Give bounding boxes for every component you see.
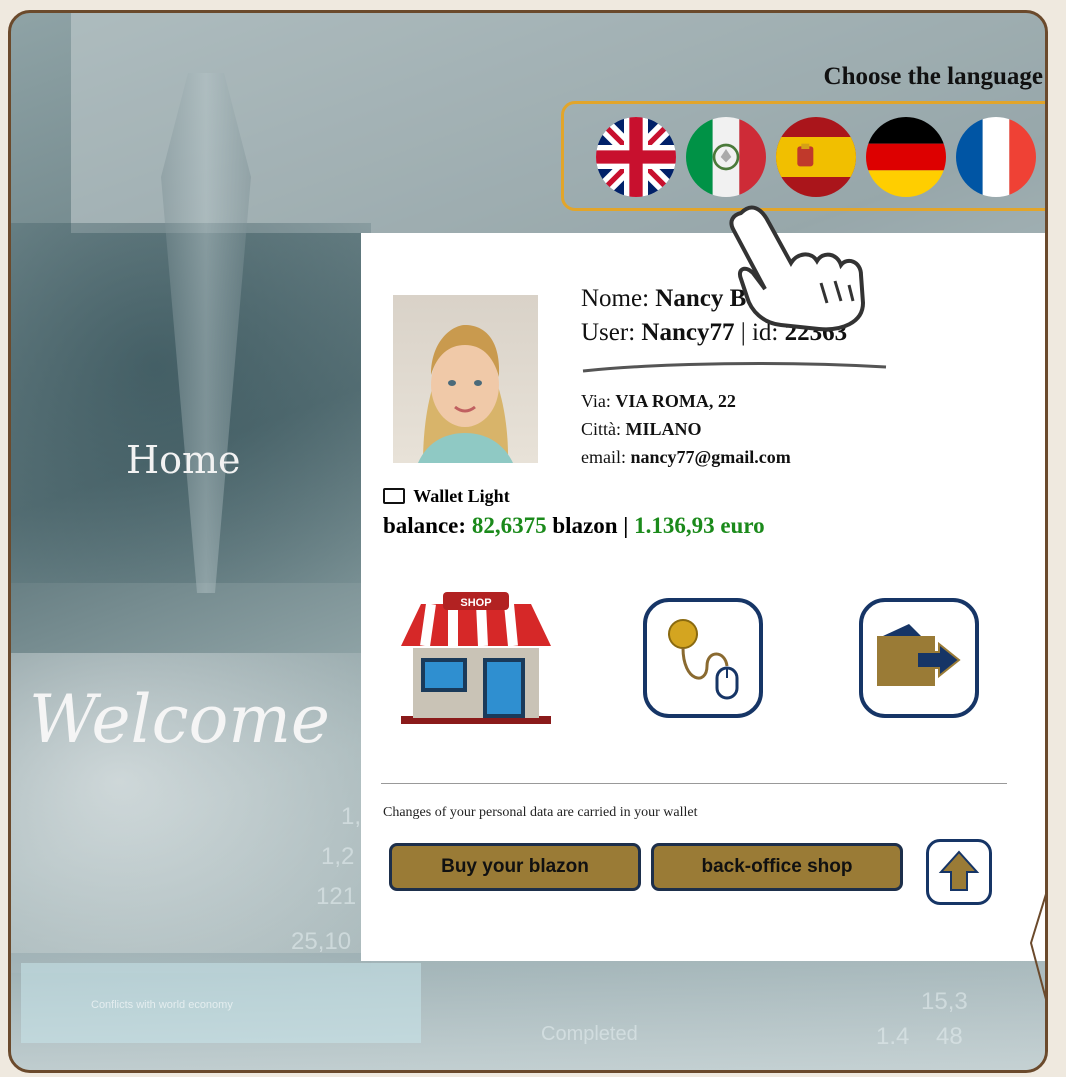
background-number: 15,3 [921,988,968,1015]
email-value: nancy77@gmail.com [630,447,791,467]
buy-blazon-button[interactable]: Buy your blazon [389,843,641,891]
uk-flag-icon[interactable] [596,117,676,197]
france-flag-icon[interactable] [956,117,1036,197]
background-number: 48 [936,1023,963,1050]
wallet-label-row: Wallet Light [383,486,510,507]
euro-value: 1.136,93 euro [634,513,765,538]
email-row: email: nancy77@gmail.com [581,447,791,468]
id-label: | id: [740,319,779,346]
spain-flag-icon[interactable] [776,117,856,197]
background-completed-text: Completed [541,1023,638,1045]
user-value: Nancy77 [641,319,735,346]
user-label: User: [581,319,636,346]
via-value: VIA ROMA, 22 [615,391,736,411]
blazon-value: 82,6375 [471,513,547,538]
italy-flag-icon[interactable] [686,117,766,197]
citta-row: Città: MILANO [581,419,702,440]
wallet-label: Wallet Light [413,486,510,506]
shop-sign-text: SHOP [460,597,491,609]
screenshot-frame: Conflicts with world economy 1,8 1,2 121… [8,10,1048,1073]
decorative-line [1029,893,1045,1000]
background-number: 1,2 [321,843,355,870]
background-number: 1.4 [876,1023,910,1050]
personal-data-note: Changes of your personal data are carrie… [383,805,698,820]
id-value: 22363 [784,319,848,346]
nome-row: Nome: Nancy B [581,285,746,313]
backoffice-shop-button[interactable]: back-office shop [651,843,903,891]
wallet-icon [383,487,405,504]
citta-value: MILANO [625,419,702,439]
nome-value: Nancy B [655,285,747,312]
background-number: 25,10 [291,928,352,955]
user-row: User: Nancy77 | id: 22363 [581,319,847,347]
background-strip-text: Conflicts with world economy [91,999,233,1011]
arrow-up-icon [938,850,980,891]
nav-home-link[interactable]: Home [126,438,241,482]
germany-flag-icon[interactable] [866,117,946,197]
scroll-up-button[interactable] [926,839,992,905]
shop-icon[interactable]: SHOP [391,588,561,728]
blazon-unit: blazon | [552,513,629,538]
via-row: Via: VIA ROMA, 22 [581,391,736,412]
coin-mouse-icon[interactable] [643,598,763,718]
profile-card: Nome: Nancy B User: Nancy77 | id: 22363 … [361,233,1045,961]
choose-language-title: Choose the language [823,63,1043,90]
email-label: email: [581,447,626,467]
via-label: Via: [581,391,611,411]
avatar [393,295,538,463]
nome-label: Nome: [581,285,650,312]
balance-label: balance: [383,513,467,538]
welcome-heading: Welcome [29,681,330,758]
balance-row: balance: 82,6375 blazon | 1.136,93 euro [383,513,765,539]
citta-label: Città: [581,419,621,439]
divider [381,783,1007,784]
wallet-transfer-icon[interactable] [859,598,979,718]
background-strip: Conflicts with world economy [21,963,421,1043]
background-number: 121 [316,883,357,910]
